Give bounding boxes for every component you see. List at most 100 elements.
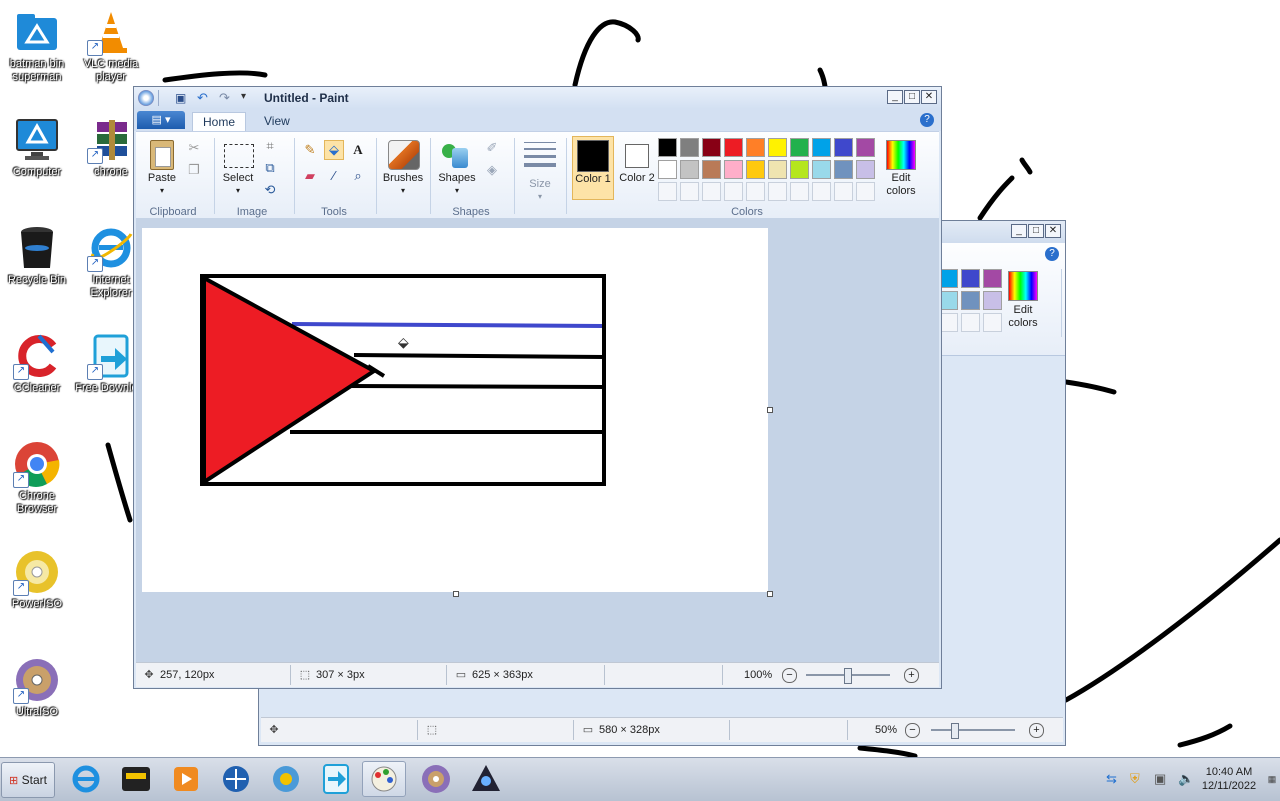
custom-color-slot[interactable] [856, 182, 875, 201]
clock[interactable]: 10:40 AM 12/11/2022 [1196, 758, 1262, 801]
minimize-button[interactable]: _ [1011, 224, 1027, 238]
color-swatch[interactable] [658, 138, 677, 157]
volume-icon[interactable]: 🔈 [1178, 771, 1194, 787]
start-button[interactable]: ⊞ Start [1, 762, 55, 798]
color1-button[interactable]: Color 1 [572, 136, 614, 200]
copy-icon[interactable]: ❐ [184, 160, 204, 180]
resize-handle-bottom[interactable] [453, 591, 459, 597]
taskbar-app[interactable] [164, 761, 208, 797]
tab-home[interactable]: Home [192, 112, 247, 132]
size-button[interactable]: Size ▾ [520, 136, 560, 201]
zoom-out-button[interactable]: − [905, 723, 920, 738]
custom-color-slot[interactable] [790, 182, 809, 201]
taskbar-app[interactable] [214, 761, 258, 797]
monitor-icon[interactable]: ▣ [1154, 771, 1166, 787]
color-swatch[interactable] [680, 160, 699, 179]
color-swatch[interactable] [834, 138, 853, 157]
title-bar[interactable]: ▣ ↶ ↷ ▾ Untitled - Paint _ □ ✕ [134, 87, 941, 109]
zoom-in-button[interactable]: + [904, 668, 919, 683]
cut-icon[interactable]: ✂ [184, 138, 204, 158]
maximize-button[interactable]: □ [904, 90, 920, 104]
desktop-icon[interactable]: batman bin superman [0, 8, 74, 84]
color-swatch[interactable] [702, 160, 721, 179]
tab-view[interactable]: View [254, 112, 300, 131]
custom-color-slot[interactable] [983, 313, 1002, 332]
resize-handle-corner[interactable] [767, 591, 773, 597]
color-swatch[interactable] [768, 160, 787, 179]
custom-color-slot[interactable] [680, 182, 699, 201]
custom-color-slot[interactable] [961, 313, 980, 332]
color-swatch[interactable] [961, 291, 980, 310]
customize-toolbar-icon[interactable]: ▾ [241, 91, 246, 102]
color-swatch[interactable] [702, 138, 721, 157]
undo-icon[interactable]: ↶ [197, 90, 208, 106]
color-swatch[interactable] [856, 138, 875, 157]
color-swatch[interactable] [680, 138, 699, 157]
minimize-button[interactable]: _ [887, 90, 903, 104]
help-icon[interactable]: ? [1045, 247, 1059, 261]
help-icon[interactable]: ? [920, 113, 934, 127]
custom-color-slot[interactable] [746, 182, 765, 201]
desktop-icon[interactable]: ↗ UltraISO [0, 656, 74, 719]
zoom-slider-thumb[interactable] [844, 668, 852, 684]
color-picker-icon[interactable]: ⁄ [324, 166, 344, 186]
desktop-icon[interactable]: ↗ PowerISO [0, 548, 74, 611]
taskbar-app[interactable] [414, 761, 458, 797]
custom-color-slot[interactable] [812, 182, 831, 201]
edit-colors-button[interactable]: Edit colors [880, 136, 922, 200]
zoom-out-button[interactable]: − [782, 668, 797, 683]
desktop-icon[interactable]: ↗ VLC media player [74, 8, 148, 84]
zoom-in-button[interactable]: + [1029, 723, 1044, 738]
brushes-button[interactable]: Brushes ▾ [380, 136, 426, 200]
select-button[interactable]: Select ▾ [218, 136, 258, 200]
crop-icon[interactable]: ⌗ [260, 136, 280, 156]
zoom-slider[interactable] [931, 729, 1015, 731]
desktop-icon[interactable]: ↗ Chrone Browser [0, 440, 74, 516]
color-swatch[interactable] [724, 138, 743, 157]
redo-icon[interactable]: ↷ [219, 90, 230, 106]
color-swatch[interactable] [768, 138, 787, 157]
desktop-icon[interactable]: Recycle Bin [0, 224, 74, 287]
close-button[interactable]: ✕ [1045, 224, 1061, 238]
desktop-icon[interactable]: Computer [0, 116, 74, 179]
eraser-icon[interactable]: ▰ [300, 166, 320, 186]
drawing-canvas[interactable]: ⬙ [142, 228, 768, 592]
zoom-slider-thumb[interactable] [951, 723, 959, 739]
taskbar-app[interactable] [464, 761, 508, 797]
close-button[interactable]: ✕ [921, 90, 937, 104]
taskbar-app[interactable] [264, 761, 308, 797]
color-swatch[interactable] [746, 160, 765, 179]
rotate-icon[interactable]: ⟲ [260, 180, 280, 200]
edit-colors-button[interactable]: Edit colors [1005, 271, 1041, 335]
taskbar-app[interactable] [64, 761, 108, 797]
text-icon[interactable]: A [348, 140, 368, 160]
taskbar-app[interactable] [114, 761, 158, 797]
paste-button[interactable]: Paste ▾ [142, 136, 182, 200]
resize-handle-right[interactable] [767, 407, 773, 413]
taskbar-app[interactable] [362, 761, 406, 797]
color-swatch[interactable] [746, 138, 765, 157]
file-menu-button[interactable]: ▤ ▾ [137, 111, 185, 129]
custom-color-slot[interactable] [768, 182, 787, 201]
desktop-icon[interactable]: ↗ CCleaner [0, 332, 74, 395]
custom-color-slot[interactable] [724, 182, 743, 201]
color-swatch[interactable] [658, 160, 677, 179]
network-icon[interactable]: ⇆ [1106, 771, 1117, 787]
custom-color-slot[interactable] [658, 182, 677, 201]
custom-color-slot[interactable] [834, 182, 853, 201]
color-swatch[interactable] [983, 269, 1002, 288]
color-swatch[interactable] [856, 160, 875, 179]
shapes-button[interactable]: Shapes ▾ [434, 136, 480, 200]
color-swatch[interactable] [961, 269, 980, 288]
magnifier-icon[interactable]: ⌕ [348, 166, 368, 186]
taskbar-app[interactable] [314, 761, 358, 797]
paint-window[interactable]: ▣ ↶ ↷ ▾ Untitled - Paint _ □ ✕ ▤ ▾ Home … [133, 86, 942, 689]
fill-bucket-icon[interactable]: ⬙ [324, 140, 344, 160]
shield-icon[interactable]: ⛨ [1130, 771, 1140, 787]
maximize-button[interactable]: □ [1028, 224, 1044, 238]
pencil-icon[interactable]: ✎ [300, 140, 320, 160]
color-swatch[interactable] [812, 160, 831, 179]
outline-icon[interactable]: ✐ [482, 138, 502, 158]
color-swatch[interactable] [812, 138, 831, 157]
color-swatch[interactable] [834, 160, 853, 179]
